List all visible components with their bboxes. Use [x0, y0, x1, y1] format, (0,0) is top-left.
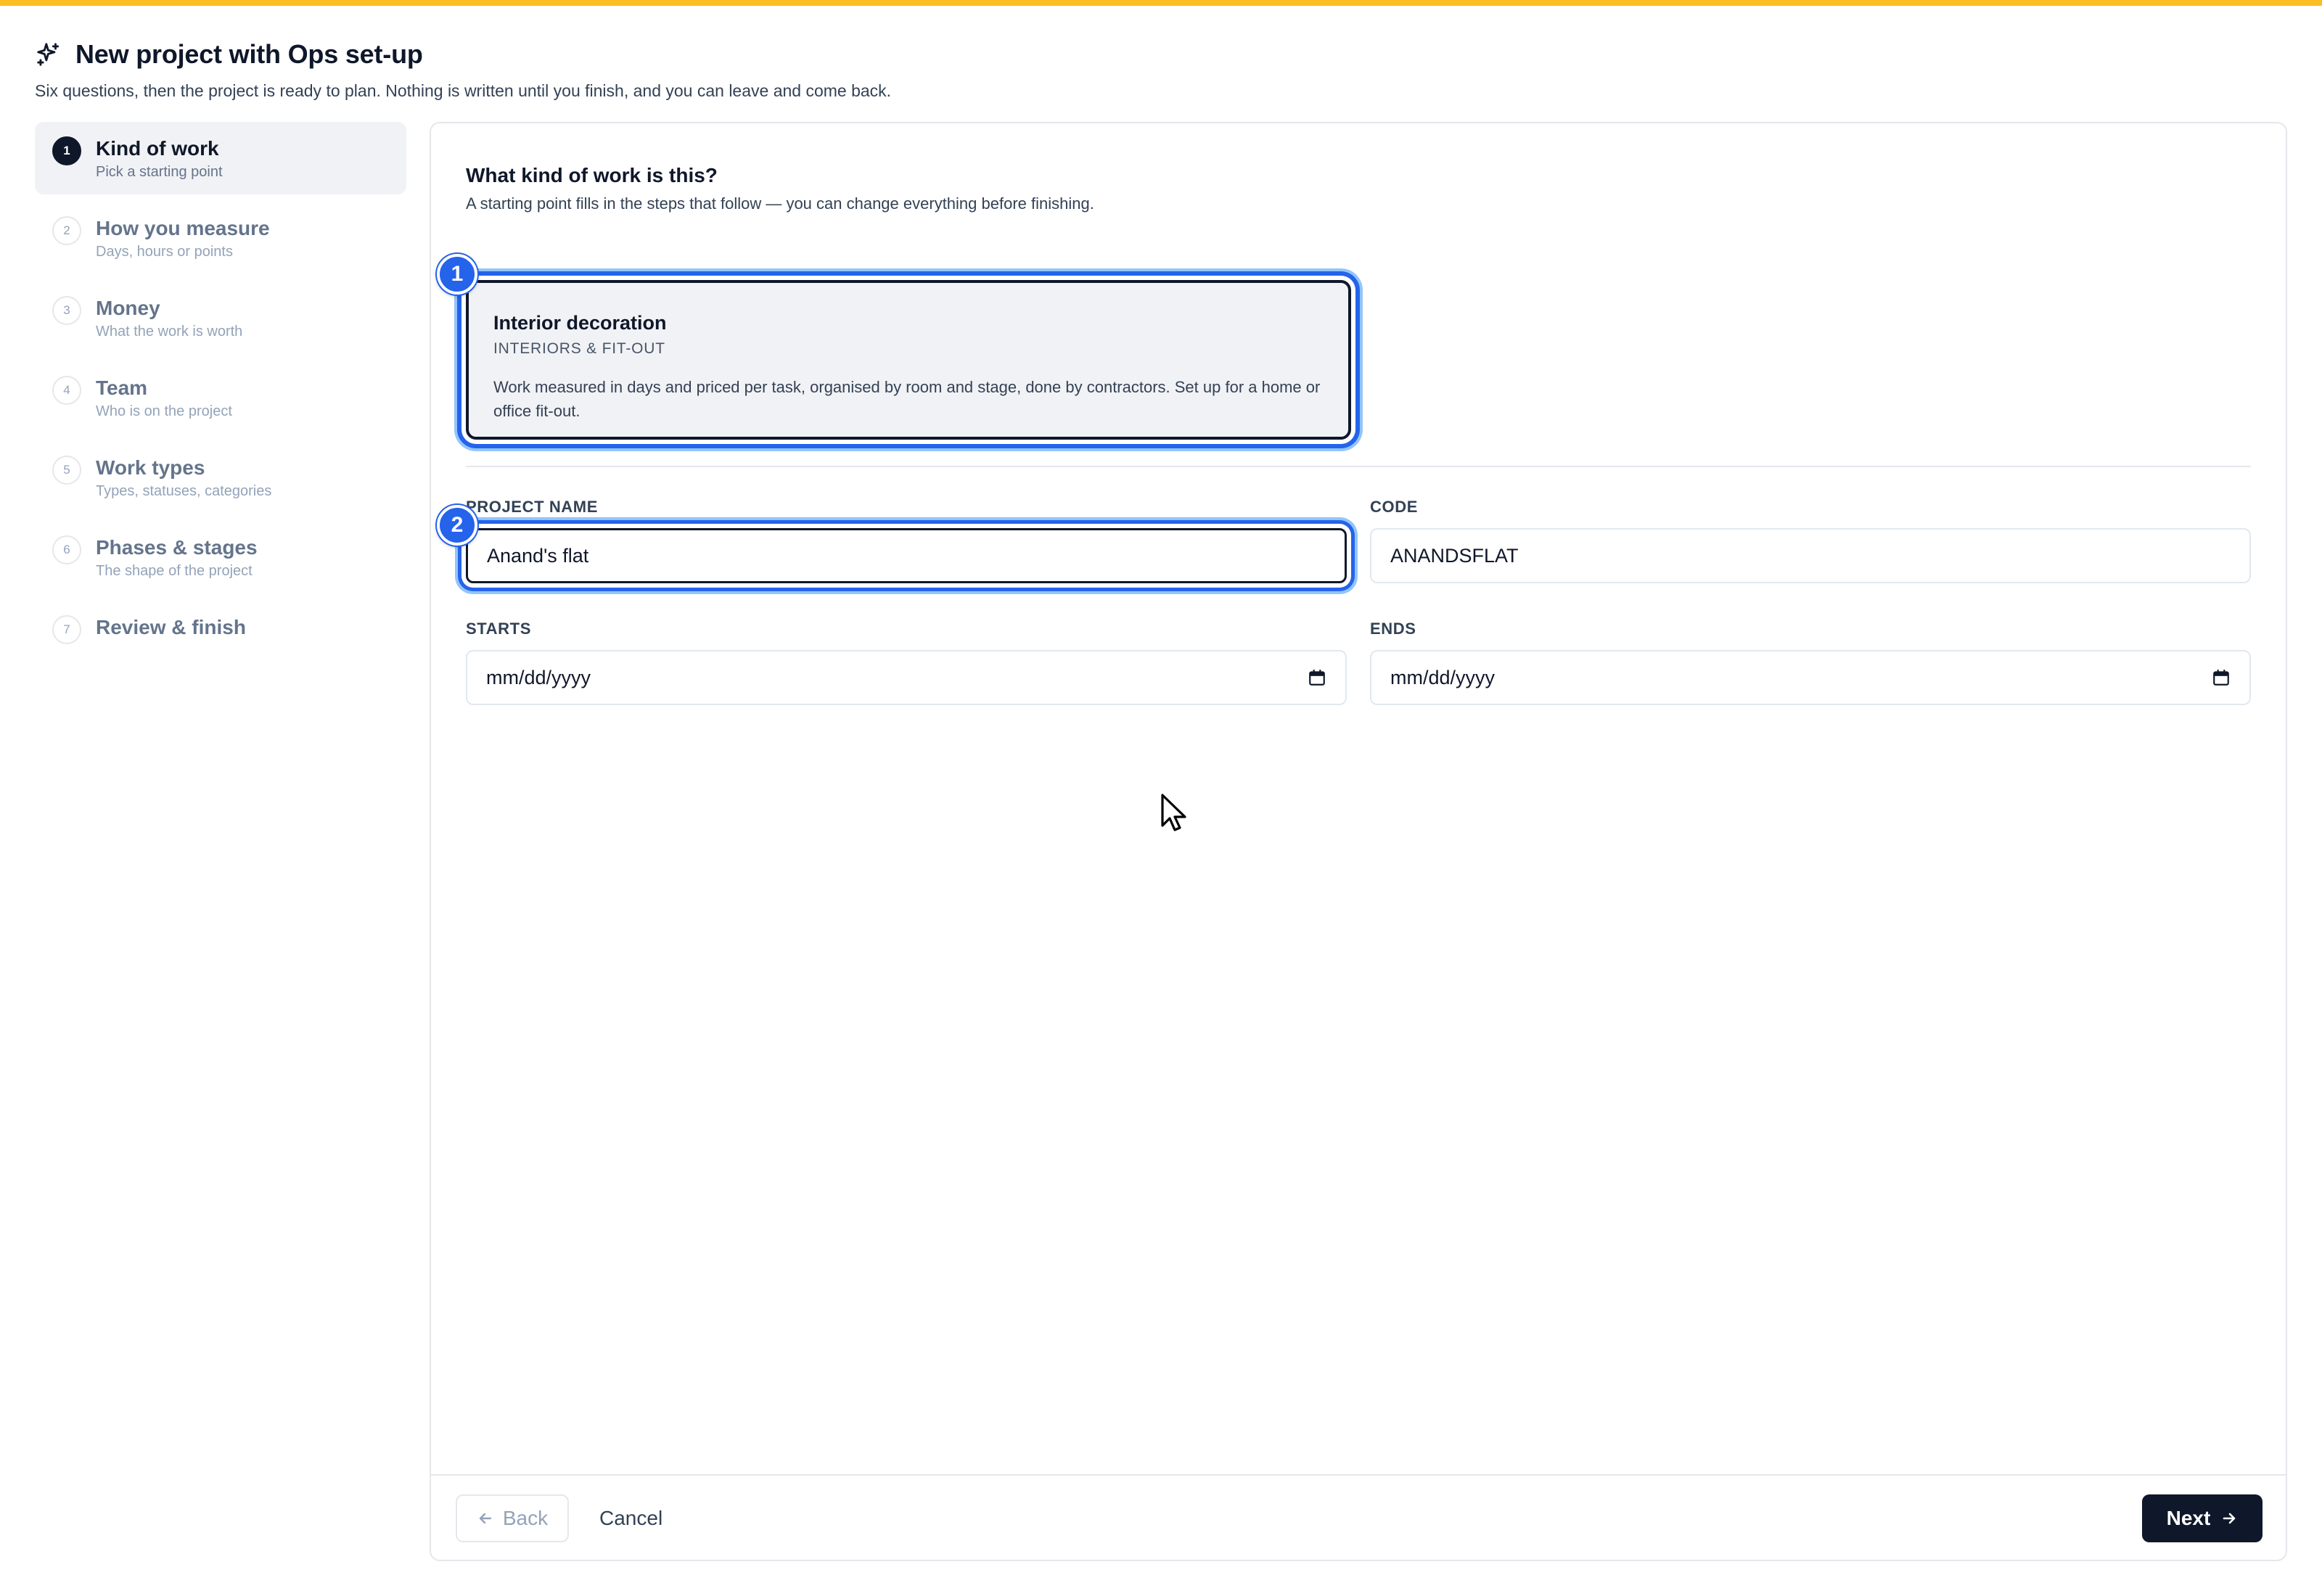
arrow-right-icon — [2223, 1513, 2236, 1524]
step-label: Kind of work — [96, 137, 219, 160]
sidebar-step-kind-of-work[interactable]: 1 Kind of work Pick a starting point — [35, 122, 406, 194]
page-subtitle: Six questions, then the project is ready… — [35, 81, 892, 100]
annotation-badge-1: 1 — [437, 254, 477, 295]
step-label: How you measure — [96, 217, 270, 239]
step-description: Types, statuses, categories — [96, 483, 272, 499]
page-header: New project with Ops set-up Six question… — [35, 39, 891, 101]
step-description: Pick a starting point — [96, 164, 223, 180]
step-number: 6 — [52, 535, 81, 564]
step-label: Team — [96, 377, 148, 399]
mouse-cursor-icon — [1161, 794, 1186, 831]
wizard-panel: What kind of work is this? A starting po… — [430, 122, 2287, 1561]
step-number: 1 — [52, 136, 81, 165]
panel-content: What kind of work is this? A starting po… — [437, 164, 2251, 705]
title-row: New project with Ops set-up — [35, 39, 891, 70]
code-label: CODE — [1370, 498, 1418, 516]
sidebar-step-work-types[interactable]: 5 Work types Types, statuses, categories — [35, 441, 406, 514]
step-number: 5 — [52, 456, 81, 485]
back-button[interactable]: Back — [456, 1494, 569, 1542]
sidebar-step-phases-stages[interactable]: 6 Phases & stages The shape of the proje… — [35, 521, 406, 593]
page-title: New project with Ops set-up — [75, 39, 423, 69]
step-description: The shape of the project — [96, 563, 253, 579]
question-title: What kind of work is this? — [466, 164, 718, 186]
option-tag: INTERIORS & FIT-OUT — [493, 340, 665, 357]
option-card-interior-decoration[interactable]: Interior decoration INTERIORS & FIT-OUT … — [466, 280, 1351, 440]
step-description: Who is on the project — [96, 403, 232, 419]
calendar-icon[interactable] — [1308, 668, 1326, 687]
option-title: Interior decoration — [493, 312, 667, 334]
calendar-icon[interactable] — [2212, 668, 2231, 687]
annotation-badge-2: 2 — [437, 505, 477, 546]
project-name-label: PROJECT NAME — [466, 498, 598, 516]
cancel-button[interactable]: Cancel — [599, 1494, 662, 1542]
option-description: Work measured in days and priced per tas… — [493, 378, 1321, 420]
back-label: Back — [502, 1507, 549, 1529]
next-button[interactable]: Next — [2142, 1494, 2262, 1542]
next-label: Next — [2166, 1507, 2211, 1529]
starts-label: STARTS — [466, 620, 531, 638]
step-label: Money — [96, 297, 160, 319]
starts-date-input[interactable]: mm/dd/yyyy — [466, 650, 1347, 705]
step-description: Days, hours or points — [96, 244, 233, 260]
ends-label: ENDS — [1370, 620, 1416, 638]
code-input[interactable]: ANANDSFLAT — [1370, 528, 2251, 583]
sparkles-icon — [37, 43, 60, 66]
ends-field: ENDS mm/dd/yyyy — [1370, 620, 2251, 705]
code-value: ANANDSFLAT — [1390, 544, 1519, 567]
code-field: CODE ANANDSFLAT — [1370, 498, 2251, 583]
ends-value: mm/dd/yyyy — [1390, 666, 1496, 688]
step-number: 7 — [52, 615, 81, 644]
ends-date-input[interactable]: mm/dd/yyyy — [1370, 650, 2251, 705]
step-label: Review & finish — [96, 616, 246, 638]
step-number: 4 — [52, 376, 81, 405]
wizard-steps-sidebar: 1 Kind of work Pick a starting point 2 H… — [35, 122, 406, 680]
question-subtitle: A starting point fills in the steps that… — [466, 194, 1094, 213]
top-accent-stripe — [0, 0, 2322, 6]
sidebar-step-money[interactable]: 3 Money What the work is worth — [35, 281, 406, 354]
step-number: 3 — [52, 296, 81, 325]
sidebar-step-review-finish[interactable]: 7 Review & finish — [35, 601, 406, 673]
section-divider — [466, 466, 2251, 467]
project-name-value: Anand's flat — [487, 544, 589, 567]
step-number: 2 — [52, 216, 81, 245]
project-name-field: PROJECT NAME Anand's flat — [466, 498, 1347, 583]
arrow-left-icon — [479, 1513, 492, 1524]
step-label: Work types — [96, 456, 205, 479]
sidebar-step-how-you-measure[interactable]: 2 How you measure Days, hours or points — [35, 202, 406, 274]
starts-value: mm/dd/yyyy — [486, 666, 591, 688]
starts-field: STARTS mm/dd/yyyy — [466, 620, 1347, 705]
project-name-input[interactable]: Anand's flat — [466, 528, 1347, 583]
step-description: What the work is worth — [96, 324, 243, 340]
wizard-footer: Back Cancel Next — [431, 1474, 2286, 1560]
step-label: Phases & stages — [96, 536, 258, 559]
sidebar-step-team[interactable]: 4 Team Who is on the project — [35, 361, 406, 434]
